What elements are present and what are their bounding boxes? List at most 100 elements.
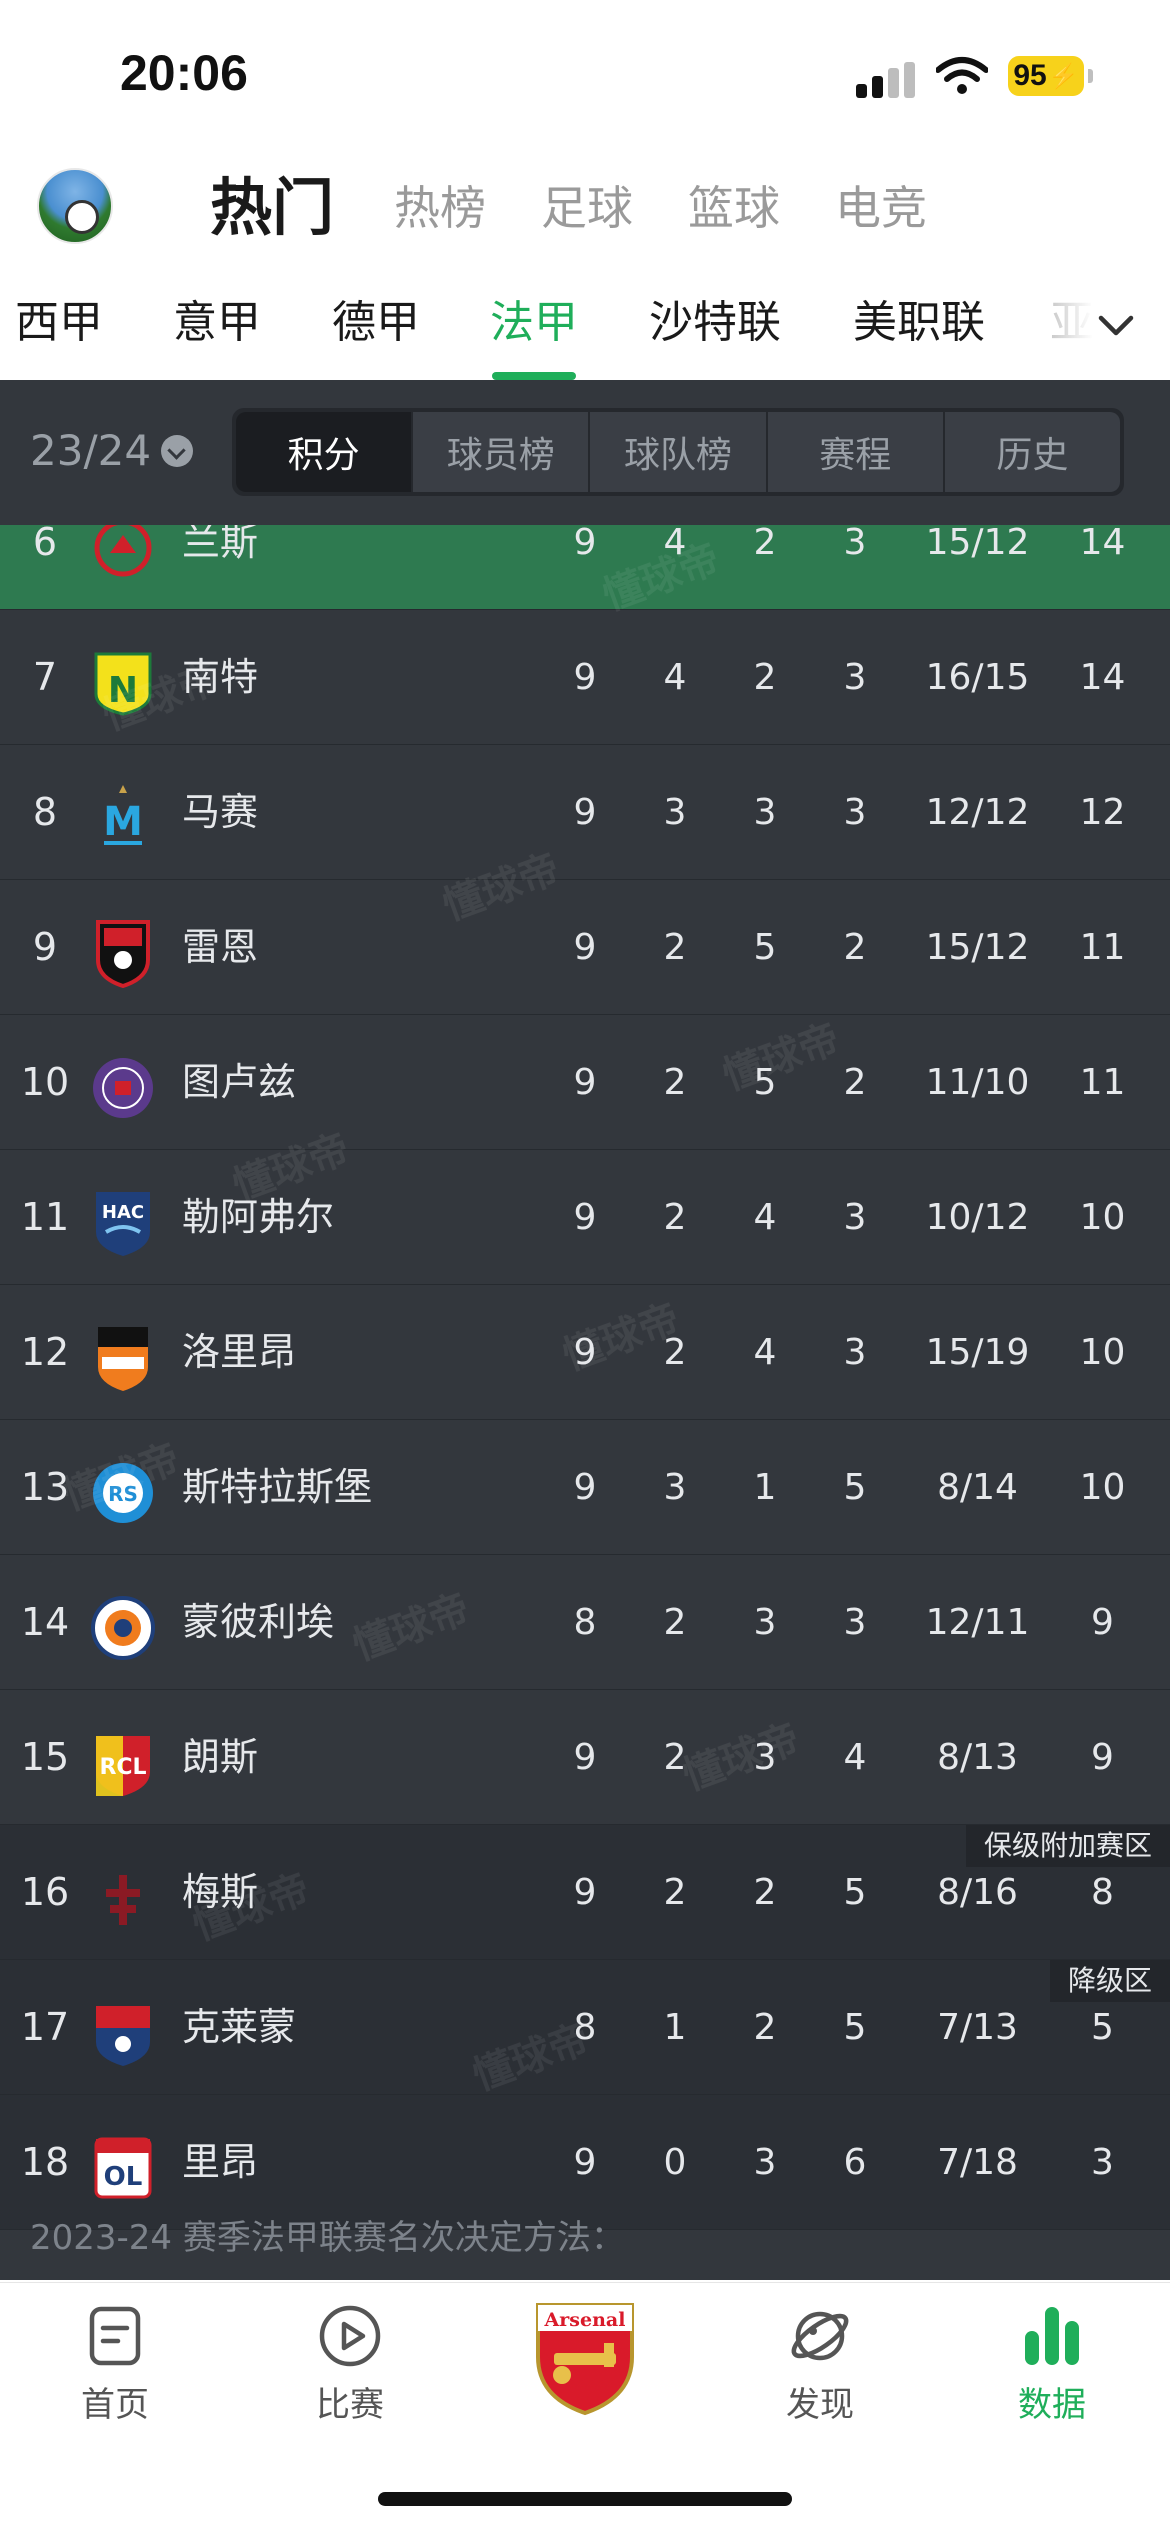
points-total: 14	[1079, 525, 1126, 563]
tab-football[interactable]: 足球	[541, 160, 633, 256]
tab-discover[interactable]: 发现	[745, 2303, 895, 2426]
active-tab-underline	[492, 372, 576, 380]
tab-label: 发现	[786, 2385, 854, 2425]
goals-for-against: 11/10	[925, 1062, 1030, 1103]
clermont-crest-icon	[88, 1998, 158, 2068]
team-name: 图卢兹	[182, 1060, 297, 1104]
goals-for-against: 12/11	[925, 1602, 1030, 1643]
team-rank: 11	[20, 1195, 70, 1239]
planet-icon	[791, 2311, 849, 2361]
segment-history[interactable]: 历史	[942, 412, 1121, 492]
table-row[interactable]: 15 朗斯 9 2 3 4 8/13 9 RCL	[0, 1690, 1170, 1825]
draws-count: 4	[753, 1197, 777, 1238]
segment-schedule[interactable]: 赛程	[765, 412, 943, 492]
segment-points[interactable]: 积分	[236, 412, 412, 492]
avatar[interactable]	[37, 168, 113, 244]
home-indicator	[378, 2492, 792, 2506]
points-total: 12	[1079, 792, 1126, 833]
wins-count: 2	[663, 1872, 687, 1913]
season-label: 23/24	[30, 426, 152, 475]
played-count: 9	[573, 1467, 597, 1508]
wins-count: 1	[663, 2007, 687, 2048]
league-tab-laliga[interactable]: 西甲	[15, 270, 103, 380]
draws-count: 4	[753, 1332, 777, 1373]
table-row[interactable]: 10 图卢兹 9 2 5 2 11/10 11	[0, 1015, 1170, 1150]
losses-count: 3	[843, 525, 867, 563]
team-name: 马赛	[182, 790, 259, 834]
tab-hot[interactable]: 热门	[210, 160, 334, 256]
draws-count: 1	[753, 1467, 777, 1508]
season-selector[interactable]: 23/24	[30, 426, 194, 475]
league-tabs: 西甲 意甲 德甲 法甲 沙特联 美职联 亚	[0, 270, 1170, 380]
table-row[interactable]: 17 克莱蒙 8 1 2 5 7/13 5 降级区	[0, 1960, 1170, 2095]
points-total: 10	[1079, 1332, 1126, 1373]
league-tab-bundesliga[interactable]: 德甲	[332, 270, 420, 380]
losses-count: 3	[843, 1197, 867, 1238]
rennes-crest-icon	[88, 918, 158, 988]
losses-count: 3	[843, 657, 867, 698]
table-row[interactable]: 11 勒阿弗尔 9 2 4 3 10/12 10 HAC	[0, 1150, 1170, 1285]
played-count: 9	[573, 927, 597, 968]
goals-for-against: 8/13	[937, 1737, 1018, 1778]
table-row[interactable]: 9 雷恩 9 2 5 2 15/12 11	[0, 880, 1170, 1015]
segment-players[interactable]: 球员榜	[411, 412, 589, 492]
losses-count: 2	[843, 927, 867, 968]
league-tab-serie-a[interactable]: 意甲	[173, 270, 261, 380]
league-tab-ligue1[interactable]: 法甲	[490, 270, 578, 380]
losses-count: 5	[843, 1872, 867, 1913]
play-circle-icon	[319, 2305, 381, 2367]
team-rank: 8	[32, 790, 58, 834]
tab-label: 数据	[1018, 2385, 1086, 2425]
table-row[interactable]: 14 蒙彼利埃 8 2 3 3 12/11 9	[0, 1555, 1170, 1690]
draws-count: 2	[753, 657, 777, 698]
points-total: 9	[1091, 1602, 1114, 1643]
svg-text:HAC: HAC	[102, 1202, 144, 1223]
montpellier-crest-icon	[88, 1593, 158, 1663]
draws-count: 3	[753, 2142, 777, 2183]
table-row[interactable]: 13 斯特拉斯堡 9 3 1 5 8/14 10 RS	[0, 1420, 1170, 1555]
tab-data[interactable]: 数据	[977, 2303, 1127, 2426]
team-rank: 10	[20, 1060, 70, 1104]
top-nav-tabs: 热门 热榜 足球 篮球 电竞	[210, 160, 982, 256]
table-row[interactable]: 6 兰斯 9 4 2 3 15/12 14	[0, 525, 1170, 610]
tab-esports[interactable]: 电竞	[835, 160, 927, 256]
tab-basketball[interactable]: 篮球	[688, 160, 780, 256]
chevron-down-icon[interactable]	[1096, 306, 1136, 346]
table-row[interactable]: 16 梅斯 9 2 2 5 8/16 8 保级附加赛区	[0, 1825, 1170, 1960]
team-rank: 9	[32, 925, 58, 969]
wins-count: 3	[663, 1467, 687, 1508]
zone-badge: 保级附加赛区	[965, 1825, 1170, 1867]
wins-count: 2	[663, 927, 687, 968]
tab-home[interactable]: 首页	[40, 2303, 190, 2426]
goals-for-against: 12/12	[925, 792, 1030, 833]
arsenal-crest-icon[interactable]: Arsenal	[532, 2297, 638, 2417]
played-count: 9	[573, 1737, 597, 1778]
league-tab-saudi-pro[interactable]: 沙特联	[649, 270, 781, 380]
played-count: 9	[573, 792, 597, 833]
segment-teams[interactable]: 球队榜	[588, 412, 766, 492]
marseille-crest-icon: M	[88, 783, 158, 853]
tab-matches[interactable]: 比赛	[275, 2303, 425, 2426]
wins-count: 2	[663, 1062, 687, 1103]
losses-count: 4	[843, 1737, 867, 1778]
league-tab-mls[interactable]: 美职联	[853, 270, 985, 380]
points-total: 14	[1079, 657, 1126, 698]
team-name: 雷恩	[182, 925, 259, 969]
tab-trending[interactable]: 热榜	[394, 160, 486, 256]
draws-count: 2	[753, 1872, 777, 1913]
wins-count: 4	[663, 657, 687, 698]
metz-crest-icon	[88, 1863, 158, 1933]
tab-label: 首页	[81, 2385, 149, 2425]
goals-for-against: 15/19	[925, 1332, 1030, 1373]
losses-count: 3	[843, 792, 867, 833]
team-name: 兰斯	[182, 525, 259, 564]
zone-badge: 降级区	[1049, 1960, 1170, 2002]
wifi-icon	[936, 57, 988, 94]
table-row[interactable]: 8 马赛 9 3 3 3 12/12 12 M	[0, 745, 1170, 880]
svg-text:RCL: RCL	[99, 1755, 146, 1780]
standings-table: 6 兰斯 9 4 2 3 15/12 14 7 南特 9 4 2 3 16/15 14 N 8 马赛 9 3 3 3 12/1…	[0, 525, 1170, 2280]
tab-label: 比赛	[316, 2385, 384, 2425]
svg-text:Arsenal: Arsenal	[544, 2309, 626, 2331]
lens-crest-icon: RCL	[88, 1728, 158, 1798]
bar-chart-icon	[1025, 2307, 1079, 2365]
